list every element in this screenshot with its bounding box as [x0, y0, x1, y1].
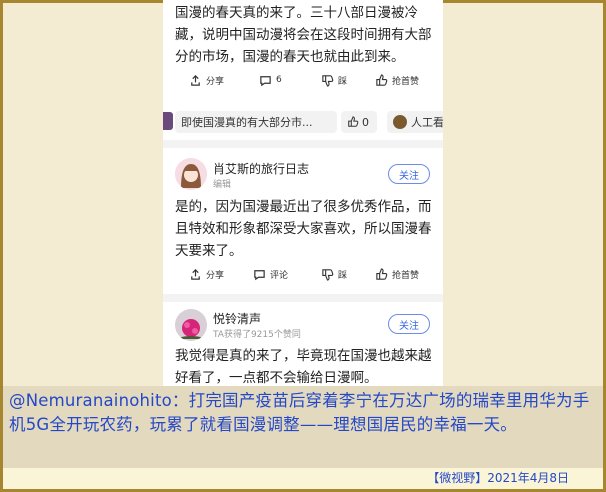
avatar-image — [175, 309, 207, 341]
username[interactable]: 肖艾斯的旅行日志 — [213, 160, 309, 177]
app-screenshot: 国漫的春天真的来了。三十八部日漫被冷藏，说明中国动漫将会在这段时间拥有大部分的市… — [163, 0, 443, 386]
dislike-button[interactable]: 踩 — [321, 268, 347, 281]
follow-button[interactable]: 关注 — [388, 314, 430, 334]
share-icon — [191, 74, 200, 86]
comment-button[interactable]: 评论 — [253, 268, 288, 281]
thumbs-down-icon — [322, 74, 334, 87]
reply-preview-text: 即使国漫真的有大部分市... — [181, 116, 313, 129]
comment-text: 我觉得是真的来了，毕竟现在国漫也越来越好看了，一点都不会输给日漫啊。 — [175, 348, 432, 386]
section-divider — [163, 140, 443, 148]
dislike-button[interactable]: 踩 — [321, 74, 347, 87]
like-label: 抢首赞 — [392, 270, 420, 281]
avatar[interactable] — [175, 309, 207, 341]
section-divider — [163, 294, 443, 302]
reply-preview-2-text: 人工看 — [411, 116, 443, 129]
comment-count: 6 — [276, 75, 282, 85]
reply-preview[interactable]: 即使国漫真的有大部分市... — [175, 111, 337, 133]
reply-like-count: 0 — [362, 115, 369, 129]
user-subtitle: TA获得了9215个赞同 — [213, 330, 301, 340]
thumbs-up-icon — [348, 116, 359, 127]
dislike-label: 踩 — [338, 270, 348, 281]
avatar-image — [175, 158, 207, 190]
share-label: 分享 — [206, 76, 225, 87]
like-label: 抢首赞 — [392, 76, 420, 87]
thumbs-up-icon — [376, 267, 388, 280]
comment-text: 是的，因为国漫最近出了很多优秀作品，而且特效和形象都深受大家喜欢，所以国漫春天要… — [175, 199, 432, 259]
user-subtitle: 编辑 — [213, 180, 232, 190]
like-button[interactable]: 抢首赞 — [375, 73, 420, 87]
share-button[interactable]: 分享 — [189, 74, 224, 87]
share-label: 分享 — [206, 270, 225, 281]
caption-text: @Nemuranainohito：打完国产疫苗后穿着李宁在万达广场的瑞幸里用华为… — [3, 386, 603, 468]
source-footer: 【微视野】2021年4月8日 — [3, 468, 603, 489]
share-button[interactable]: 分享 — [189, 268, 224, 281]
reply-strip: 即使国漫真的有大部分市... 0 人工看 — [163, 108, 443, 136]
thumbs-up-icon — [376, 73, 388, 86]
reply-avatar — [163, 112, 173, 130]
dislike-label: 踩 — [338, 76, 348, 87]
comment-icon — [260, 75, 271, 86]
comment-action-bar: 分享 评论 踩 抢首赞 — [163, 264, 443, 284]
reply-like-button[interactable]: 0 — [341, 111, 377, 133]
follow-button[interactable]: 关注 — [388, 164, 430, 184]
comment-button[interactable]: 6 — [259, 74, 282, 87]
thumbs-down-icon — [322, 268, 334, 281]
reply-avatar-2 — [393, 115, 407, 129]
avatar[interactable] — [175, 158, 207, 190]
comment-icon — [254, 269, 265, 280]
username[interactable]: 悦铃清声 — [213, 310, 261, 327]
post-action-bar: 分享 6 踩 抢首赞 — [163, 70, 443, 90]
reply-preview-2[interactable]: 人工看 — [387, 111, 443, 133]
share-icon — [191, 268, 200, 280]
like-button[interactable]: 抢首赞 — [375, 267, 420, 281]
post-text: 国漫的春天真的来了。三十八部日漫被冷藏，说明中国动漫将会在这段时间拥有大部分的市… — [175, 5, 432, 65]
comment-label: 评论 — [270, 270, 289, 281]
